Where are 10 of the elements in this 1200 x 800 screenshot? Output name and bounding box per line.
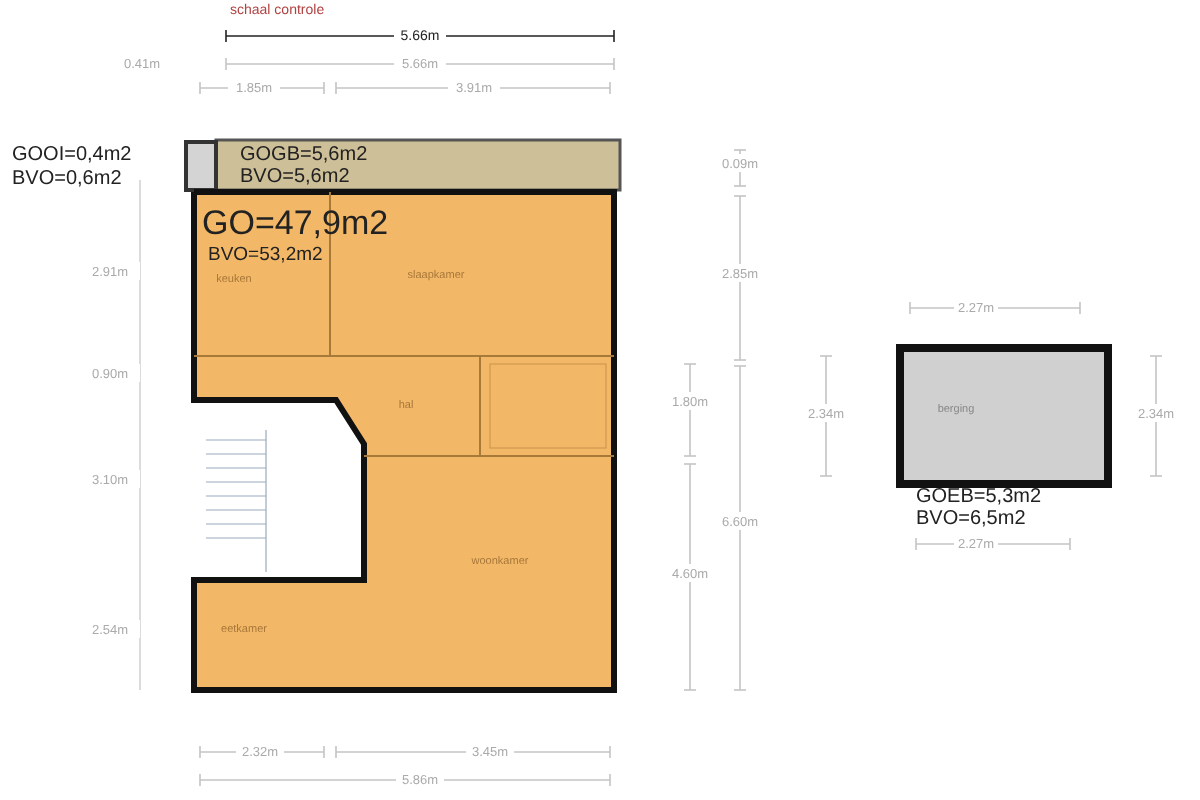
area-label: GO=47,9m2 <box>202 204 389 242</box>
area-label: BVO=5,6m2 <box>240 166 350 188</box>
area-label: BVO=6,5m2 <box>916 508 1026 530</box>
area-label: GOOI=0,4m2 <box>12 144 132 166</box>
area-label: GOGB=5,6m2 <box>240 144 368 166</box>
area-label: BVO=53,2m2 <box>208 244 323 266</box>
closet-box <box>184 140 218 192</box>
area-label: GOEB=5,3m2 <box>916 486 1042 508</box>
area-label: BVO=0,6m2 <box>12 168 122 190</box>
staircase-drawing <box>205 429 267 573</box>
